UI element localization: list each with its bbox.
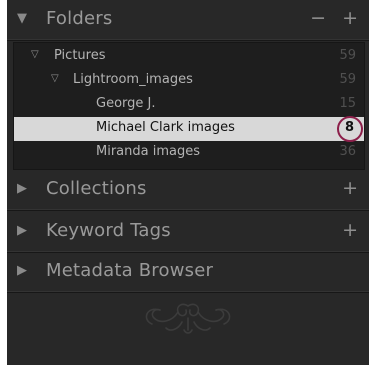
collections-panel-header[interactable]: ▶ Collections + — [7, 170, 369, 211]
folder-row-pictures[interactable]: ▽ Pictures 59 — [14, 45, 364, 69]
panel-end-ornament-icon — [145, 303, 231, 334]
folder-row-michael-clark-selected[interactable]: Michael Clark images 8 — [14, 117, 364, 141]
collapsed-triangle-icon[interactable]: ▶ — [17, 181, 27, 196]
metadata-browser-panel-header[interactable]: ▶ Metadata Browser — [7, 252, 369, 293]
folder-count: 59 — [339, 48, 356, 63]
folder-row-miranda[interactable]: Miranda images 36 — [14, 141, 364, 165]
keyword-tags-title: Keyword Tags — [46, 220, 171, 241]
disclosure-triangle-icon[interactable]: ▽ — [51, 73, 59, 84]
collapsed-triangle-icon[interactable]: ▶ — [17, 263, 27, 278]
keyword-tags-panel-header[interactable]: ▶ Keyword Tags + — [7, 212, 369, 253]
folder-label: Lightroom_images — [73, 72, 193, 87]
disclosure-triangle-icon[interactable]: ▽ — [31, 49, 39, 60]
folder-count: 15 — [339, 96, 356, 111]
folders-title: Folders — [46, 8, 113, 29]
folders-controls[interactable]: − + — [310, 7, 363, 29]
expanded-triangle-icon[interactable]: ▼ — [17, 11, 27, 26]
folder-label: Miranda images — [96, 144, 200, 159]
left-panel: ▼ Folders − + ▽ Pictures 59 ▽ Lightroom_… — [7, 0, 369, 365]
folder-label: Pictures — [54, 48, 106, 63]
add-collection-button[interactable]: + — [342, 177, 363, 199]
collapsed-triangle-icon[interactable]: ▶ — [17, 223, 27, 238]
folder-tree: ▽ Pictures 59 ▽ Lightroom_images 59 Geor… — [13, 42, 365, 170]
add-keyword-button[interactable]: + — [342, 219, 363, 241]
metadata-browser-title: Metadata Browser — [46, 260, 214, 281]
highlight-ring — [337, 116, 363, 142]
folder-label: George J. — [96, 96, 156, 111]
folder-label: Michael Clark images — [96, 120, 235, 135]
folders-panel-header[interactable]: ▼ Folders − + — [7, 0, 369, 41]
folder-row-george[interactable]: George J. 15 — [14, 93, 364, 117]
collections-title: Collections — [46, 178, 147, 199]
folder-count: 59 — [339, 72, 356, 87]
folder-row-lightroom-images[interactable]: ▽ Lightroom_images 59 — [14, 69, 364, 93]
folder-count: 36 — [339, 144, 356, 159]
